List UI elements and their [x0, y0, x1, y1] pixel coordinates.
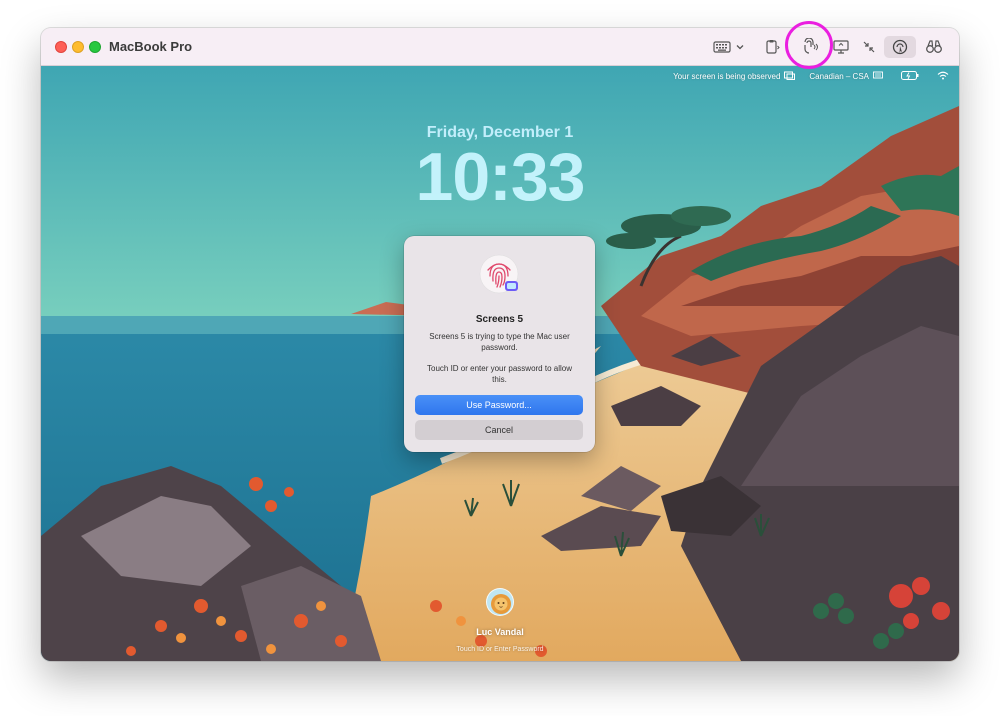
zoom-button[interactable] [89, 41, 101, 53]
wifi-icon [937, 71, 949, 82]
minimize-button[interactable] [72, 41, 84, 53]
fingerprint-icon [479, 254, 519, 294]
curtain-icon [892, 39, 908, 55]
close-button[interactable] [55, 41, 67, 53]
keyboard-layout-indicator[interactable]: Canadian – CSA [809, 71, 883, 81]
battery-indicator[interactable] [897, 70, 919, 82]
cancel-button[interactable]: Cancel [415, 420, 583, 440]
curtain-mode-button[interactable] [884, 36, 916, 58]
keyboard-small-icon [873, 71, 883, 81]
keyboard-menu-button[interactable] [712, 36, 746, 58]
dialog-message: Screens 5 is trying to type the Mac user… [429, 332, 570, 352]
use-password-button[interactable]: Use Password... [415, 395, 583, 415]
observe-button[interactable] [921, 36, 947, 58]
remote-window: MacBook Pro Your screen is being observe… [41, 28, 959, 661]
collapse-icon [863, 41, 875, 53]
keyboard-layout-text: Canadian – CSA [809, 71, 869, 81]
keyboard-icon [713, 41, 731, 53]
login-hint: Touch ID or Enter Password [456, 646, 544, 653]
touch-id-badge [479, 254, 521, 296]
remote-menu-bar: Your screen is being observed Canadian –… [673, 69, 959, 83]
remote-screen[interactable]: Your screen is being observed Canadian –… [41, 66, 959, 661]
observation-indicator: Your screen is being observed [673, 71, 796, 82]
dialog-instruction: Touch ID or enter your password to allow… [427, 364, 572, 384]
binoculars-icon [926, 40, 942, 53]
scale-button[interactable] [857, 36, 881, 58]
user-name: Luc Vandal [476, 627, 524, 637]
password-request-dialog: Screens 5 Screens 5 is trying to type th… [404, 236, 595, 452]
battery-icon [901, 70, 919, 82]
avatar[interactable] [486, 588, 514, 616]
clipboard-button[interactable] [757, 36, 787, 58]
screen-share-icon [784, 71, 796, 82]
annotation-highlight-circle [785, 21, 833, 69]
chevron-down-icon [736, 45, 744, 50]
observed-text: Your screen is being observed [673, 71, 781, 81]
display-icon [833, 40, 849, 54]
lock-screen-time: 10:33 [415, 139, 586, 215]
wifi-indicator[interactable] [933, 71, 949, 82]
clipboard-icon [766, 40, 780, 54]
window-title: MacBook Pro [109, 39, 193, 54]
dialog-title: Screens 5 [475, 314, 524, 325]
